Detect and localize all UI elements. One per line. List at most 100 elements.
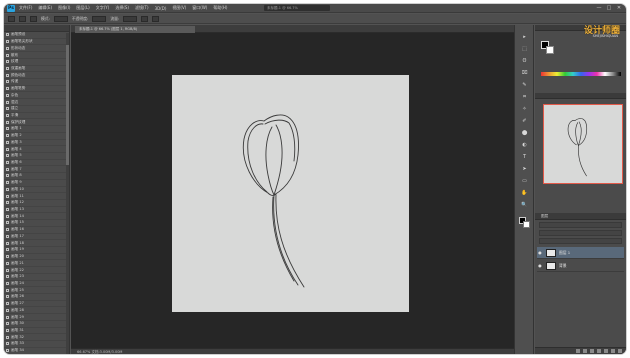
opacity-field[interactable] [92, 15, 107, 22]
brush-option-row[interactable]: 画笔 26 [4, 294, 69, 301]
menu-window[interactable]: 窗口(W) [192, 5, 207, 11]
checkbox-icon[interactable] [6, 228, 9, 232]
checkbox-icon[interactable] [6, 201, 9, 205]
checkbox-icon[interactable] [6, 275, 9, 279]
maximize-icon[interactable]: □ [606, 5, 612, 11]
marquee-tool-icon[interactable]: ⬚ [520, 45, 529, 53]
dodge-tool-icon[interactable]: ◐ [520, 141, 529, 149]
layer-filter-bar[interactable] [539, 222, 622, 228]
brush-option-row[interactable]: 画笔 4 [4, 146, 69, 153]
menu-help[interactable]: 帮助(H) [213, 5, 227, 11]
path-select-tool-icon[interactable]: ➤ [520, 165, 529, 173]
brush-option-row[interactable]: 形状动态 [4, 45, 69, 53]
crop-tool-icon[interactable]: ⌧ [520, 69, 529, 77]
checkbox-icon[interactable] [6, 174, 9, 178]
lock-fill-bar[interactable] [539, 238, 622, 244]
minimize-icon[interactable]: — [596, 5, 602, 11]
menu-layer[interactable]: 图层(L) [76, 5, 89, 11]
brush-option-row[interactable]: 画笔 19 [4, 247, 69, 254]
lasso-tool-icon[interactable]: ʘ [520, 57, 529, 65]
layer-row-1[interactable]: ● 图层 1 [537, 247, 624, 259]
brush-preset-icon[interactable] [8, 15, 15, 22]
trash-icon[interactable] [618, 349, 622, 353]
zoom-tool-icon[interactable]: 🔍 [520, 201, 529, 209]
brush-option-row[interactable]: 画笔 8 [4, 173, 69, 180]
brush-option-row[interactable]: 画笔笔势 [4, 86, 69, 93]
fx-icon[interactable] [583, 349, 587, 353]
brush-size-icon[interactable] [19, 15, 26, 22]
checkbox-icon[interactable] [6, 187, 9, 191]
new-layer-icon[interactable] [611, 349, 615, 353]
brush-option-row[interactable]: 纹理 [4, 59, 69, 66]
checkbox-icon[interactable] [6, 208, 9, 212]
brush-option-row[interactable]: 画笔 21 [4, 260, 69, 268]
background-color-swatch[interactable] [523, 221, 530, 228]
checkbox-icon[interactable] [6, 308, 9, 312]
checkbox-icon[interactable] [6, 120, 9, 124]
checkbox-icon[interactable] [6, 349, 9, 353]
menu-file[interactable]: 文件(F) [19, 5, 32, 11]
checkbox-icon[interactable] [6, 167, 9, 171]
eraser-tool-icon[interactable]: ⬤ [520, 129, 529, 137]
new-group-icon[interactable] [604, 349, 608, 353]
checkbox-icon[interactable] [6, 33, 9, 37]
checkbox-icon[interactable] [6, 147, 9, 151]
brush-option-row[interactable]: 传递 [4, 79, 69, 86]
checkbox-icon[interactable] [6, 255, 9, 259]
menu-image[interactable]: 图像(I) [58, 5, 70, 11]
brush-option-row[interactable]: 画笔 29 [4, 314, 69, 321]
checkbox-icon[interactable] [6, 288, 9, 292]
menu-select[interactable]: 选择(S) [115, 5, 129, 11]
checkbox-icon[interactable] [6, 46, 9, 50]
menu-filter[interactable]: 滤镜(T) [135, 5, 149, 11]
checkbox-icon[interactable] [6, 328, 9, 332]
adjustment-icon[interactable] [597, 349, 601, 353]
checkbox-icon[interactable] [6, 295, 9, 299]
checkbox-icon[interactable] [6, 302, 9, 306]
eyedropper-tool-icon[interactable]: ✎ [520, 81, 529, 89]
brush-option-row[interactable]: 画笔 27 [4, 301, 69, 308]
brush-option-row[interactable]: 画笔 6 [4, 160, 69, 167]
scrollbar-thumb[interactable] [66, 45, 69, 165]
eye-icon[interactable]: ● [537, 263, 543, 268]
close-icon[interactable]: ✕ [616, 5, 622, 11]
checkbox-icon[interactable] [6, 322, 9, 326]
checkbox-icon[interactable] [6, 281, 9, 285]
checkbox-icon[interactable] [6, 234, 9, 238]
brush-option-row[interactable]: 画笔 33 [4, 341, 69, 348]
brush-option-row[interactable]: 画笔 17 [4, 234, 69, 241]
menu-3d[interactable]: 3D(D) [155, 6, 167, 11]
mode-select[interactable] [53, 15, 68, 22]
brush-option-row[interactable]: 双重画笔 [4, 66, 69, 73]
eye-icon[interactable]: ● [537, 250, 543, 255]
brush-option-row[interactable]: 湿边 [4, 99, 69, 106]
layer-row-background[interactable]: ● 背景 [537, 260, 624, 272]
checkbox-icon[interactable] [6, 87, 9, 91]
brush-option-row[interactable]: 画笔 28 [4, 307, 69, 315]
checkbox-icon[interactable] [6, 80, 9, 84]
brush-option-row[interactable]: 建立 [4, 106, 69, 113]
checkbox-icon[interactable] [6, 60, 9, 64]
checkbox-icon[interactable] [6, 154, 9, 158]
stamp-tool-icon[interactable]: ✐ [520, 117, 529, 125]
brush-option-row[interactable]: 画笔 24 [4, 281, 69, 288]
brush-option-row[interactable]: 画笔 20 [4, 254, 69, 261]
brush-option-row[interactable]: 画笔 10 [4, 187, 69, 194]
menu-view[interactable]: 视图(V) [172, 5, 186, 11]
brush-option-row[interactable]: 画笔预设 [4, 32, 69, 39]
move-tool-icon[interactable]: ▸ [520, 33, 529, 41]
checkbox-icon[interactable] [6, 107, 9, 111]
brush-option-row[interactable]: 画笔 18 [4, 240, 69, 247]
brush-option-row[interactable]: 画笔 31 [4, 328, 69, 335]
pressure-icon[interactable] [152, 15, 160, 22]
menu-edit[interactable]: 编辑(E) [38, 5, 52, 11]
brush-option-row[interactable]: 画笔 11 [4, 193, 69, 200]
checkbox-icon[interactable] [6, 214, 9, 218]
shape-tool-icon[interactable]: ▭ [520, 177, 529, 185]
menu-type[interactable]: 文字(Y) [96, 5, 110, 11]
title-tab[interactable]: 未标题-1 @ 66.7% [264, 5, 330, 11]
brush-option-row[interactable]: 画笔 2 [4, 133, 69, 140]
brush-option-row[interactable]: 画笔 3 [4, 140, 69, 147]
brush-option-row[interactable]: 画笔 9 [4, 180, 69, 187]
checkbox-icon[interactable] [6, 100, 9, 104]
